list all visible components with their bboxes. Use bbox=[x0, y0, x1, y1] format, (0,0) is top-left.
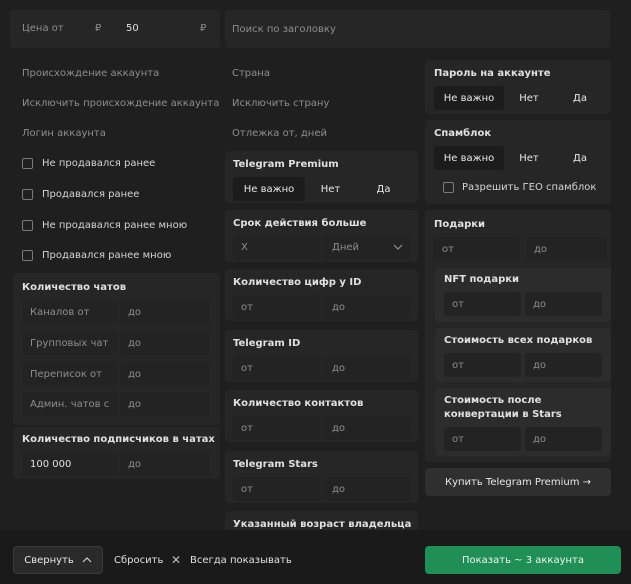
country-select[interactable]: Страна bbox=[232, 68, 270, 79]
password-option-yes[interactable]: Да bbox=[554, 86, 606, 110]
digits-from-input[interactable]: от bbox=[233, 295, 321, 319]
check-not-sold-by-me[interactable]: Не продавался ранее мною bbox=[22, 220, 187, 231]
currency-left-icon: ₽ bbox=[95, 23, 102, 34]
spamblock-option-yes[interactable]: Да bbox=[554, 146, 606, 170]
spamblock-segmented: Не важно Нет Да bbox=[434, 146, 606, 170]
digits-title: Количество цифр у ID bbox=[233, 277, 362, 288]
conversion-title-line2: конвертации в Stars bbox=[444, 409, 562, 420]
collapse-button[interactable]: Свернуть bbox=[13, 546, 103, 574]
password-title: Пароль на аккаунте bbox=[434, 68, 551, 79]
spamblock-option-no[interactable]: Нет bbox=[504, 146, 554, 170]
exclude-origin-select[interactable]: Исключить происхождение аккаунта bbox=[22, 98, 219, 109]
groups-from-input[interactable]: Групповых чат bbox=[22, 331, 117, 355]
checkbox-icon bbox=[22, 220, 33, 231]
validity-unit-select[interactable]: Дней bbox=[324, 235, 411, 259]
gifts-to-input[interactable]: до bbox=[526, 237, 606, 261]
check-label: Не продавался ранее bbox=[42, 158, 156, 169]
gifts-title: Подарки bbox=[434, 219, 486, 230]
check-geo-spamblock[interactable]: Разрешить ГЕО спамблок bbox=[443, 182, 596, 193]
stars-to-input[interactable]: до bbox=[324, 477, 411, 501]
conversion-title-line1: Стоимость после bbox=[444, 395, 542, 406]
groups-to-input[interactable]: до bbox=[120, 331, 210, 355]
origin-select[interactable]: Происхождение аккаунта bbox=[22, 68, 159, 79]
stars-from-input[interactable]: от bbox=[233, 477, 321, 501]
checkbox-icon bbox=[22, 250, 33, 261]
validity-title: Срок действия больше bbox=[233, 218, 367, 229]
dialogs-to-input[interactable]: до bbox=[120, 362, 210, 386]
subs-title: Количество подписчиков в чатах bbox=[22, 434, 215, 445]
contacts-title: Количество контактов bbox=[233, 398, 364, 409]
telegram-id-from-input[interactable]: от bbox=[233, 356, 321, 380]
dialogs-from-input[interactable]: Переписок от bbox=[22, 362, 117, 386]
gifts-cost-to-input[interactable]: до bbox=[525, 353, 602, 377]
telegram-id-to-input[interactable]: до bbox=[324, 356, 411, 380]
premium-title: Telegram Premium bbox=[233, 159, 339, 170]
contacts-from-input[interactable]: от bbox=[233, 416, 321, 440]
login-input[interactable]: Логин аккаунта bbox=[22, 128, 106, 139]
premium-option-yes[interactable]: Да bbox=[356, 177, 411, 201]
checkbox-icon bbox=[22, 189, 33, 200]
stars-title: Telegram Stars bbox=[233, 459, 318, 470]
admin-to-input[interactable]: до bbox=[120, 392, 210, 416]
holdout-input[interactable]: Отлежка от, дней bbox=[232, 128, 327, 139]
buy-premium-button[interactable]: Купить Telegram Premium → bbox=[425, 468, 611, 496]
owner-age-title: Указанный возраст владельца bbox=[233, 519, 412, 530]
reset-button[interactable]: Сбросить bbox=[114, 555, 163, 566]
price-input[interactable]: 50 bbox=[126, 23, 139, 34]
currency-right-icon: ₽ bbox=[200, 23, 207, 34]
reset-close-icon[interactable]: ✕ bbox=[171, 553, 181, 567]
gifts-cost-title: Стоимость всех подарков bbox=[444, 335, 593, 346]
check-sold[interactable]: Продавался ранее bbox=[22, 189, 139, 200]
checkbox-icon bbox=[443, 182, 454, 193]
admin-from-input[interactable]: Админ. чатов с bbox=[22, 392, 117, 416]
check-not-sold[interactable]: Не продавался ранее bbox=[22, 158, 155, 169]
digits-to-input[interactable]: до bbox=[324, 295, 411, 319]
premium-option-any[interactable]: Не важно bbox=[233, 177, 305, 201]
chats-title: Количество чатов bbox=[22, 282, 127, 293]
premium-option-no[interactable]: Нет bbox=[305, 177, 356, 201]
spamblock-title: Спамблок bbox=[434, 128, 492, 139]
validity-unit-label: Дней bbox=[332, 241, 360, 253]
conversion-to-input[interactable]: до bbox=[525, 427, 602, 451]
nft-from-input[interactable]: от bbox=[444, 292, 521, 316]
check-sold-by-me[interactable]: Продавался ранее мною bbox=[22, 250, 171, 261]
password-option-no[interactable]: Нет bbox=[504, 86, 554, 110]
chevron-down-icon bbox=[393, 244, 403, 250]
search-placeholder: Поиск по заголовку bbox=[232, 24, 336, 35]
check-label: Продавался ранее bbox=[42, 189, 140, 200]
show-accounts-button[interactable]: Показать ~ 3 аккаунта bbox=[425, 546, 621, 574]
check-label: Разрешить ГЕО спамблок bbox=[462, 182, 597, 193]
password-segmented: Не важно Нет Да bbox=[434, 86, 606, 110]
nft-title: NFT подарки bbox=[444, 274, 520, 285]
exclude-country-select[interactable]: Исключить страну bbox=[232, 98, 329, 109]
password-option-any[interactable]: Не важно bbox=[434, 86, 504, 110]
contacts-to-input[interactable]: до bbox=[324, 416, 411, 440]
validity-input[interactable]: X bbox=[233, 235, 321, 259]
premium-segmented: Не важно Нет Да bbox=[233, 177, 411, 201]
gifts-from-input[interactable]: от bbox=[434, 237, 520, 261]
collapse-label: Свернуть bbox=[24, 554, 74, 566]
spamblock-option-any[interactable]: Не важно bbox=[434, 146, 504, 170]
subs-from-input[interactable]: 100 000 bbox=[22, 452, 117, 476]
telegram-id-title: Telegram ID bbox=[233, 338, 301, 349]
always-show-button[interactable]: Всегда показывать bbox=[190, 555, 292, 566]
subs-to-input[interactable]: до bbox=[120, 452, 210, 476]
channels-from-input[interactable]: Каналов от bbox=[22, 300, 117, 324]
price-from-label: Цена от bbox=[22, 23, 64, 34]
checkbox-icon bbox=[22, 158, 33, 169]
conversion-from-input[interactable]: от bbox=[444, 427, 521, 451]
gifts-cost-from-input[interactable]: от bbox=[444, 353, 521, 377]
check-label: Продавался ранее мною bbox=[42, 250, 172, 261]
nft-to-input[interactable]: до bbox=[525, 292, 602, 316]
check-label: Не продавался ранее мною bbox=[42, 220, 188, 231]
channels-to-input[interactable]: до bbox=[120, 300, 210, 324]
chevron-up-icon bbox=[82, 557, 92, 563]
